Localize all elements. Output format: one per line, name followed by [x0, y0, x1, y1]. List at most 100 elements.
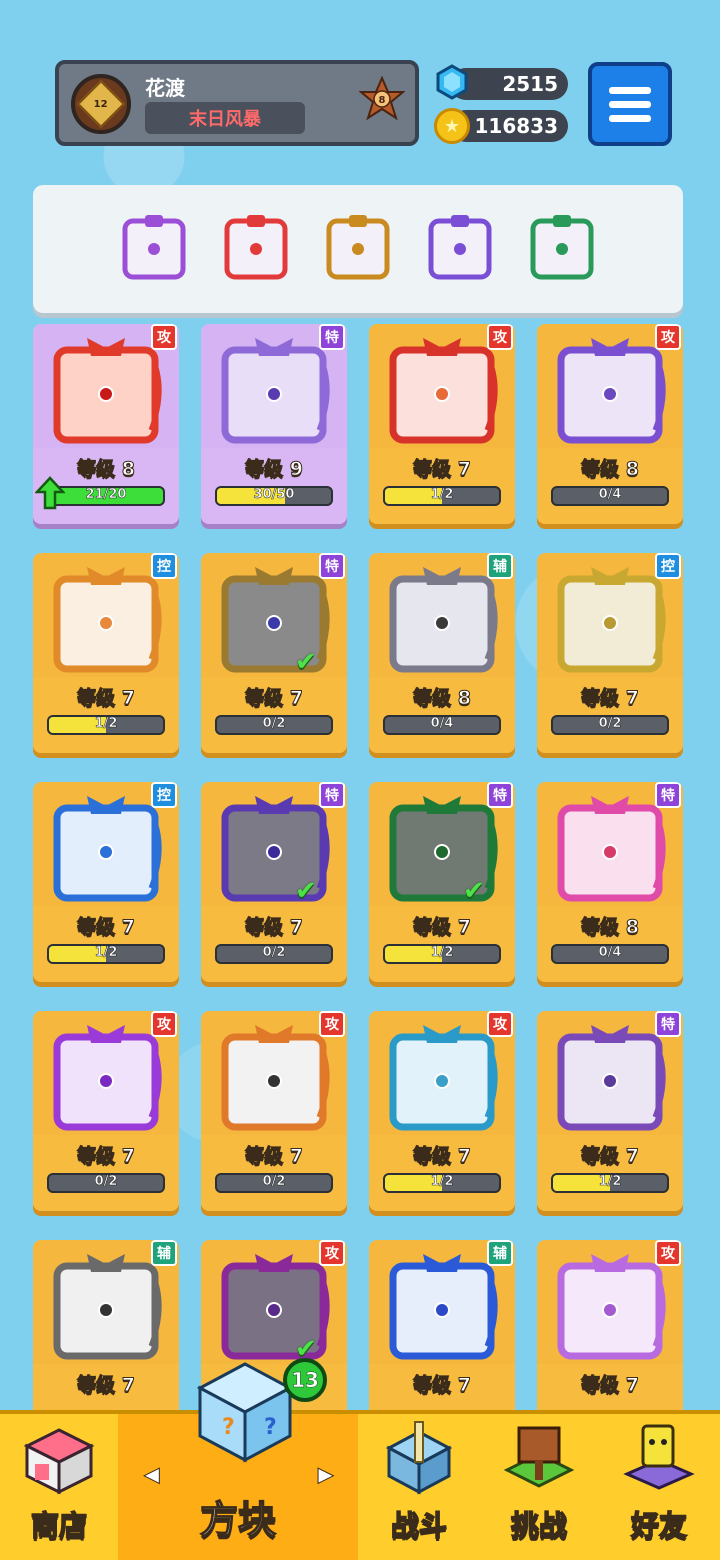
progress-text: 1/2 — [94, 945, 118, 960]
block-level: 等级 7 — [413, 458, 472, 481]
challenge-sign-icon — [503, 1426, 575, 1488]
block-card-jaw[interactable]: 辅等级 8 0/4 — [369, 553, 515, 753]
progress-text: 0/4 — [598, 487, 622, 502]
block-card-spiral[interactable]: 特等级 7 0/2 ✔ — [201, 782, 347, 982]
block-type-tag: 特 — [655, 782, 681, 808]
block-card-gear[interactable]: 攻等级 8 0/4 — [537, 324, 683, 524]
upgrade-progress-bar: 1/2 — [551, 1173, 669, 1193]
nav-left-arrow-icon[interactable]: ◀ — [143, 1462, 159, 1487]
equipped-deck — [33, 185, 683, 313]
level-emblem-icon: 12 — [76, 79, 126, 129]
progress-text: 1/2 — [598, 1174, 622, 1189]
combo-block-icon[interactable] — [121, 215, 187, 281]
block-level: 等级 8 — [413, 687, 472, 710]
progress-text: 0/2 — [262, 716, 286, 731]
nav-battle[interactable]: 战斗 — [358, 1414, 480, 1560]
block-type-tag: 特 — [655, 1011, 681, 1037]
block-card-blade[interactable]: 特等级 8 0/4 — [537, 782, 683, 982]
menu-button[interactable] — [588, 62, 672, 146]
block-card-vortex[interactable]: 攻等级 7 1/2 — [369, 1011, 515, 1211]
burst-block-icon — [389, 338, 498, 444]
svg-text:?: ? — [264, 1415, 277, 1440]
nav-battle-label: 战斗 — [390, 1508, 448, 1543]
lightning-block-icon — [221, 338, 330, 444]
star-block-icon — [557, 1254, 666, 1360]
block-level: 等级 7 — [413, 1145, 472, 1168]
player-profile-panel[interactable]: 12 花渡 末日风暴 8 — [55, 60, 419, 146]
block-card-fire[interactable]: 攻等级 8 21/20 — [33, 324, 179, 524]
block-type-tag: 攻 — [487, 1011, 513, 1037]
block-type-tag: 控 — [151, 782, 177, 808]
shield-block-icon — [557, 567, 666, 673]
menu-bar — [609, 100, 651, 108]
upgrade-progress-bar: 0/2 — [551, 715, 669, 735]
progress-text: 0/4 — [430, 716, 454, 731]
gun-block-icon — [221, 1025, 330, 1131]
block-level: 等级 7 — [77, 1374, 136, 1397]
block-type-tag: 控 — [151, 553, 177, 579]
progress-text: 0/2 — [598, 716, 622, 731]
block-level: 等级 7 — [413, 1374, 472, 1397]
block-card-gravity[interactable]: 特等级 7 1/2 — [537, 1011, 683, 1211]
player-name: 花渡 — [145, 76, 185, 100]
block-card-pentagram[interactable]: 特等级 7 1/2 ✔ — [369, 782, 515, 982]
player-avatar[interactable]: 12 — [71, 74, 131, 134]
upgrade-progress-bar: 0/2 — [47, 1173, 165, 1193]
nav-challenge-label: 挑战 — [510, 1508, 568, 1543]
rainbow-block-icon[interactable] — [223, 215, 289, 281]
block-level: 等级 8 — [581, 916, 640, 939]
block-card-gun[interactable]: 攻等级 7 0/2 — [201, 1011, 347, 1211]
block-card-orbit[interactable]: 攻等级 7 0/2 — [33, 1011, 179, 1211]
upgrade-progress-bar: 1/2 — [383, 944, 501, 964]
coin-amount: 116833 — [474, 114, 559, 138]
block-card-snow[interactable]: 控等级 7 1/2 — [33, 782, 179, 982]
block-card-infinity[interactable]: 特等级 7 0/2 ✔ — [201, 553, 347, 753]
block-level: 等级 9 — [245, 458, 304, 481]
block-type-tag: 攻 — [151, 1011, 177, 1037]
menu-bar — [609, 114, 651, 122]
nav-friends[interactable]: 好友 — [598, 1414, 720, 1560]
bottom-navigation: 商店 方块 战斗 挑战 好友 — [0, 1410, 720, 1560]
block-type-tag: 攻 — [319, 1011, 345, 1037]
equipped-check-icon: ✔ — [463, 876, 485, 906]
block-type-tag: 攻 — [319, 1240, 345, 1266]
upgrade-progress-bar: 0/4 — [383, 715, 501, 735]
block-level: 等级 7 — [245, 687, 304, 710]
nav-shop[interactable]: 商店 — [0, 1414, 118, 1560]
avatar-level: 12 — [94, 98, 108, 110]
nav-right-arrow-icon[interactable]: ▶ — [317, 1462, 333, 1487]
block-card-lightning[interactable]: 特等级 9 30/50 — [201, 324, 347, 524]
block-level: 等级 7 — [245, 916, 304, 939]
upgrade-progress-bar: 1/2 — [47, 715, 165, 735]
gem-icon — [436, 64, 468, 100]
orbit-block-icon — [53, 1025, 162, 1131]
block-type-tag: 攻 — [655, 324, 681, 350]
block-card-shield[interactable]: 控等级 7 0/2 — [537, 553, 683, 753]
rank-number: 8 — [379, 95, 386, 106]
gear-block-icon — [557, 338, 666, 444]
block-type-tag: 控 — [655, 553, 681, 579]
upgrade-arrow-icon — [35, 476, 65, 510]
coin-icon: ★ — [434, 108, 470, 144]
equipped-check-icon: ✔ — [295, 647, 317, 677]
progress-text: 0/2 — [262, 1174, 286, 1189]
upgrade-progress-bar: 1/2 — [383, 486, 501, 506]
infinity-block-icon[interactable] — [325, 215, 391, 281]
progress-text: 30/50 — [253, 487, 295, 502]
clock-block-icon — [53, 1254, 162, 1360]
moon-block-icon — [389, 1254, 498, 1360]
block-level: 等级 7 — [581, 1145, 640, 1168]
nav-challenge[interactable]: 挑战 — [480, 1414, 598, 1560]
upgrade-progress-bar: 30/50 — [215, 486, 333, 506]
block-card-burst[interactable]: 攻等级 7 1/2 — [369, 324, 515, 524]
block-level: 等级 7 — [581, 687, 640, 710]
block-card-wind[interactable]: 控等级 7 1/2 — [33, 553, 179, 753]
spiral-block-icon[interactable] — [427, 215, 493, 281]
wind-block-icon — [53, 567, 162, 673]
block-level: 等级 7 — [77, 687, 136, 710]
block-type-tag: 特 — [319, 553, 345, 579]
block-type-tag: 特 — [487, 782, 513, 808]
upgrade-progress-bar: 0/4 — [551, 486, 669, 506]
upgrade-progress-bar: 0/2 — [215, 715, 333, 735]
pentagram-block-icon[interactable] — [529, 215, 595, 281]
